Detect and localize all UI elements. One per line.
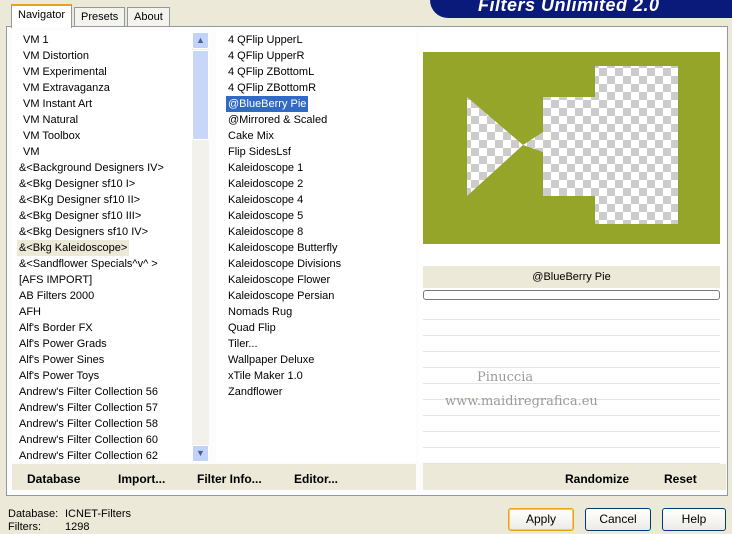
- category-item[interactable]: VM: [21, 144, 42, 160]
- app-title-banner: Filters Unlimited 2.0: [430, 0, 732, 18]
- category-item[interactable]: &<Background Designers IV>: [17, 160, 166, 176]
- preview-filter-name: @BlueBerry Pie: [423, 266, 720, 288]
- filter-info-button[interactable]: Filter Info...: [197, 472, 262, 486]
- category-list[interactable]: VM 1 VM Distortion VM Experimental VM Extra…: [12, 30, 192, 462]
- category-item[interactable]: VM Natural: [21, 112, 80, 128]
- cancel-button[interactable]: Cancel: [585, 508, 651, 531]
- tab-navigator[interactable]: Navigator: [11, 4, 73, 28]
- tab-presets[interactable]: Presets: [74, 7, 126, 27]
- filter-item[interactable]: Zandflower: [226, 384, 284, 400]
- category-item[interactable]: &<Sandflower Specials^v^ >: [17, 256, 160, 272]
- filter-item[interactable]: 4 QFlip UpperL: [226, 32, 305, 48]
- category-item[interactable]: &<Bkg Designers sf10 IV>: [17, 224, 150, 240]
- filter-item[interactable]: Kaleidoscope Divisions: [226, 256, 343, 272]
- scroll-down-icon[interactable]: ▼: [192, 445, 209, 462]
- category-item[interactable]: Alf's Power Sines: [17, 352, 106, 368]
- preview-row: [423, 352, 720, 368]
- watermark-url: www.maidiregrafica.eu: [445, 394, 598, 409]
- category-item[interactable]: Andrew's Filter Collection 56: [17, 384, 160, 400]
- watermark-name: Pinuccia: [477, 370, 534, 385]
- filter-item[interactable]: 4 QFlip ZBottomR: [226, 80, 318, 96]
- category-item[interactable]: AFH: [17, 304, 43, 320]
- tab-about[interactable]: About: [127, 7, 170, 27]
- progress-bar: [423, 290, 720, 300]
- filter-item[interactable]: Kaleidoscope 2: [226, 176, 305, 192]
- category-item[interactable]: Andrew's Filter Collection 58: [17, 416, 160, 432]
- reset-button[interactable]: Reset: [664, 472, 697, 486]
- category-item[interactable]: &<BKg Designer sf10 II>: [17, 192, 142, 208]
- filter-item[interactable]: xTile Maker 1.0: [226, 368, 305, 384]
- database-button[interactable]: Database: [27, 472, 80, 486]
- preview-row: [423, 448, 720, 464]
- filter-item[interactable]: 4 QFlip ZBottomL: [226, 64, 316, 80]
- help-button[interactable]: Help: [662, 508, 726, 531]
- filter-item[interactable]: Kaleidoscope 5: [226, 208, 305, 224]
- list-button-bar: Database Import... Filter Info... Editor…: [12, 464, 416, 490]
- preview-image: [423, 52, 720, 244]
- category-item[interactable]: VM 1: [21, 32, 51, 48]
- filter-item[interactable]: Flip SidesLsf: [226, 144, 293, 160]
- category-item[interactable]: Andrew's Filter Collection 60: [17, 432, 160, 448]
- preview-row: [423, 416, 720, 432]
- category-item[interactable]: VM Experimental: [21, 64, 109, 80]
- category-item[interactable]: Andrew's Filter Collection 57: [17, 400, 160, 416]
- database-value: ICNET-Filters: [65, 508, 131, 520]
- preview-row: [423, 304, 720, 320]
- filter-item[interactable]: 4 QFlip UpperR: [226, 48, 306, 64]
- category-item[interactable]: &<Bkg Designer sf10 I>: [17, 176, 137, 192]
- database-label: Database:: [8, 508, 59, 520]
- apply-button[interactable]: Apply: [508, 508, 574, 531]
- filter-item[interactable]: @BlueBerry Pie: [226, 96, 309, 112]
- category-item[interactable]: Alf's Border FX: [17, 320, 95, 336]
- filters-count-value: 1298: [65, 521, 90, 533]
- editor-button[interactable]: Editor...: [294, 472, 338, 486]
- scroll-thumb[interactable]: [192, 50, 209, 140]
- category-item[interactable]: VM Distortion: [21, 48, 91, 64]
- category-item[interactable]: AB Filters 2000: [17, 288, 96, 304]
- preview-row: [423, 368, 720, 384]
- category-item[interactable]: Andrew's Filter Collection 62: [17, 448, 160, 464]
- preview-row: [423, 336, 720, 352]
- scroll-up-icon[interactable]: ▲: [192, 32, 209, 49]
- filter-list[interactable]: 4 QFlip UpperL 4 QFlip UpperR 4 QFlip ZBot…: [216, 30, 416, 462]
- filter-item[interactable]: Tiler...: [226, 336, 260, 352]
- preview-row: [423, 320, 720, 336]
- category-item[interactable]: VM Extravaganza: [21, 80, 112, 96]
- filter-item[interactable]: Kaleidoscope 8: [226, 224, 305, 240]
- filter-item[interactable]: Quad Flip: [226, 320, 278, 336]
- category-item[interactable]: [AFS IMPORT]: [17, 272, 94, 288]
- filter-item[interactable]: Wallpaper Deluxe: [226, 352, 316, 368]
- randomize-button[interactable]: Randomize: [565, 472, 629, 486]
- category-item[interactable]: &<Bkg Designer sf10 III>: [17, 208, 143, 224]
- filter-item[interactable]: Kaleidoscope Butterfly: [226, 240, 339, 256]
- filter-item[interactable]: Kaleidoscope Flower: [226, 272, 332, 288]
- category-item[interactable]: Alf's Power Toys: [17, 368, 101, 384]
- filters-count-label: Filters:: [8, 521, 41, 533]
- preview-button-bar: Randomize Reset: [423, 464, 726, 490]
- filter-item[interactable]: Kaleidoscope 4: [226, 192, 305, 208]
- preview-row: [423, 432, 720, 448]
- filter-item[interactable]: Cake Mix: [226, 128, 276, 144]
- category-item[interactable]: VM Instant Art: [21, 96, 94, 112]
- category-item[interactable]: VM Toolbox: [21, 128, 82, 144]
- filter-item[interactable]: Kaleidoscope 1: [226, 160, 305, 176]
- category-item[interactable]: Alf's Power Grads: [17, 336, 109, 352]
- category-item[interactable]: &<Bkg Kaleidoscope>: [17, 240, 130, 256]
- import-button[interactable]: Import...: [118, 472, 165, 486]
- filter-item[interactable]: Kaleidoscope Persian: [226, 288, 336, 304]
- filter-item[interactable]: @Mirrored & Scaled: [226, 112, 329, 128]
- filter-item[interactable]: Nomads Rug: [226, 304, 294, 320]
- category-scrollbar[interactable]: ▲ ▼: [192, 32, 209, 462]
